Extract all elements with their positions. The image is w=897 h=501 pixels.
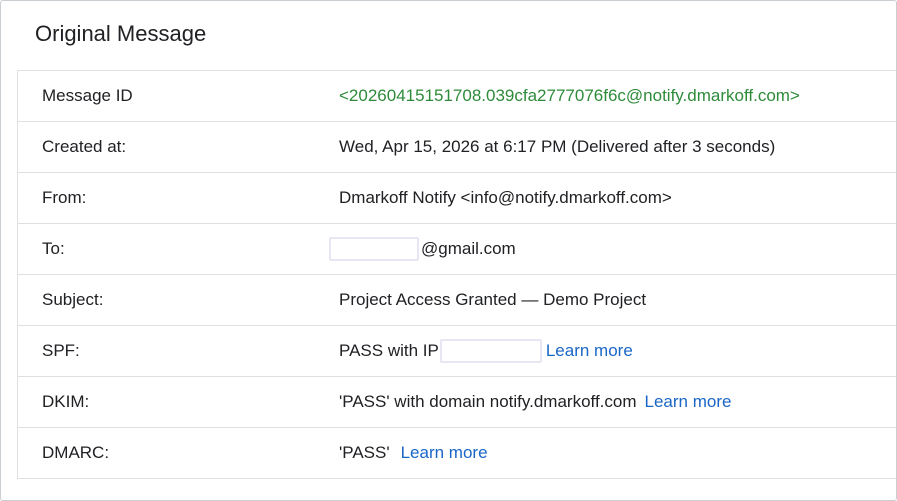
row-spf: SPF: PASS with IP Learn more	[18, 326, 896, 377]
row-from: From: Dmarkoff Notify <info@notify.dmark…	[18, 173, 896, 224]
dkim-value-text: 'PASS' with domain notify.dmarkoff.com	[339, 392, 637, 411]
dkim-value: 'PASS' with domain notify.dmarkoff.com L…	[339, 377, 731, 427]
to-value-suffix: @gmail.com	[421, 239, 516, 258]
spf-label: SPF:	[42, 341, 80, 360]
dmarc-label: DMARC:	[42, 443, 110, 462]
page-title: Original Message	[35, 21, 207, 46]
dkim-learn-more-link[interactable]: Learn more	[645, 392, 732, 412]
redacted-box	[329, 237, 419, 261]
spf-value: PASS with IP Learn more	[339, 326, 633, 376]
created-at-label: Created at:	[42, 137, 127, 156]
from-value: Dmarkoff Notify <info@notify.dmarkoff.co…	[339, 188, 672, 207]
row-dkim: DKIM: 'PASS' with domain notify.dmarkoff…	[18, 377, 896, 428]
row-subject: Subject: Project Access Granted — Demo P…	[18, 275, 896, 326]
details-table: Message ID <20260415151708.039cfa2777076…	[17, 70, 896, 479]
message-id-value: <20260415151708.039cfa2777076f6c@notify.…	[339, 86, 800, 105]
row-message-id: Message ID <20260415151708.039cfa2777076…	[18, 71, 896, 122]
subject-value: Project Access Granted — Demo Project	[339, 290, 647, 309]
redacted-box	[439, 339, 542, 363]
dmarc-value: 'PASS' Learn more	[339, 428, 488, 478]
row-created-at: Created at: Wed, Apr 15, 2026 at 6:17 PM…	[18, 122, 896, 173]
dmarc-learn-more-link[interactable]: Learn more	[401, 443, 488, 463]
dmarc-value-text: 'PASS'	[339, 443, 390, 462]
to-value: @gmail.com	[329, 224, 516, 274]
from-label: From:	[42, 188, 87, 207]
message-id-label: Message ID	[42, 86, 133, 105]
spf-learn-more-link[interactable]: Learn more	[546, 341, 633, 361]
row-dmarc: DMARC: 'PASS' Learn more	[18, 428, 896, 478]
to-label: To:	[42, 239, 65, 258]
spf-value-prefix: PASS with IP	[339, 341, 439, 360]
created-at-value: Wed, Apr 15, 2026 at 6:17 PM (Delivered …	[339, 137, 776, 156]
dkim-label: DKIM:	[42, 392, 90, 411]
row-to: To: @gmail.com	[18, 224, 896, 275]
subject-label: Subject:	[42, 290, 104, 309]
message-details-panel: Original Message Message ID <20260415151…	[0, 0, 897, 501]
